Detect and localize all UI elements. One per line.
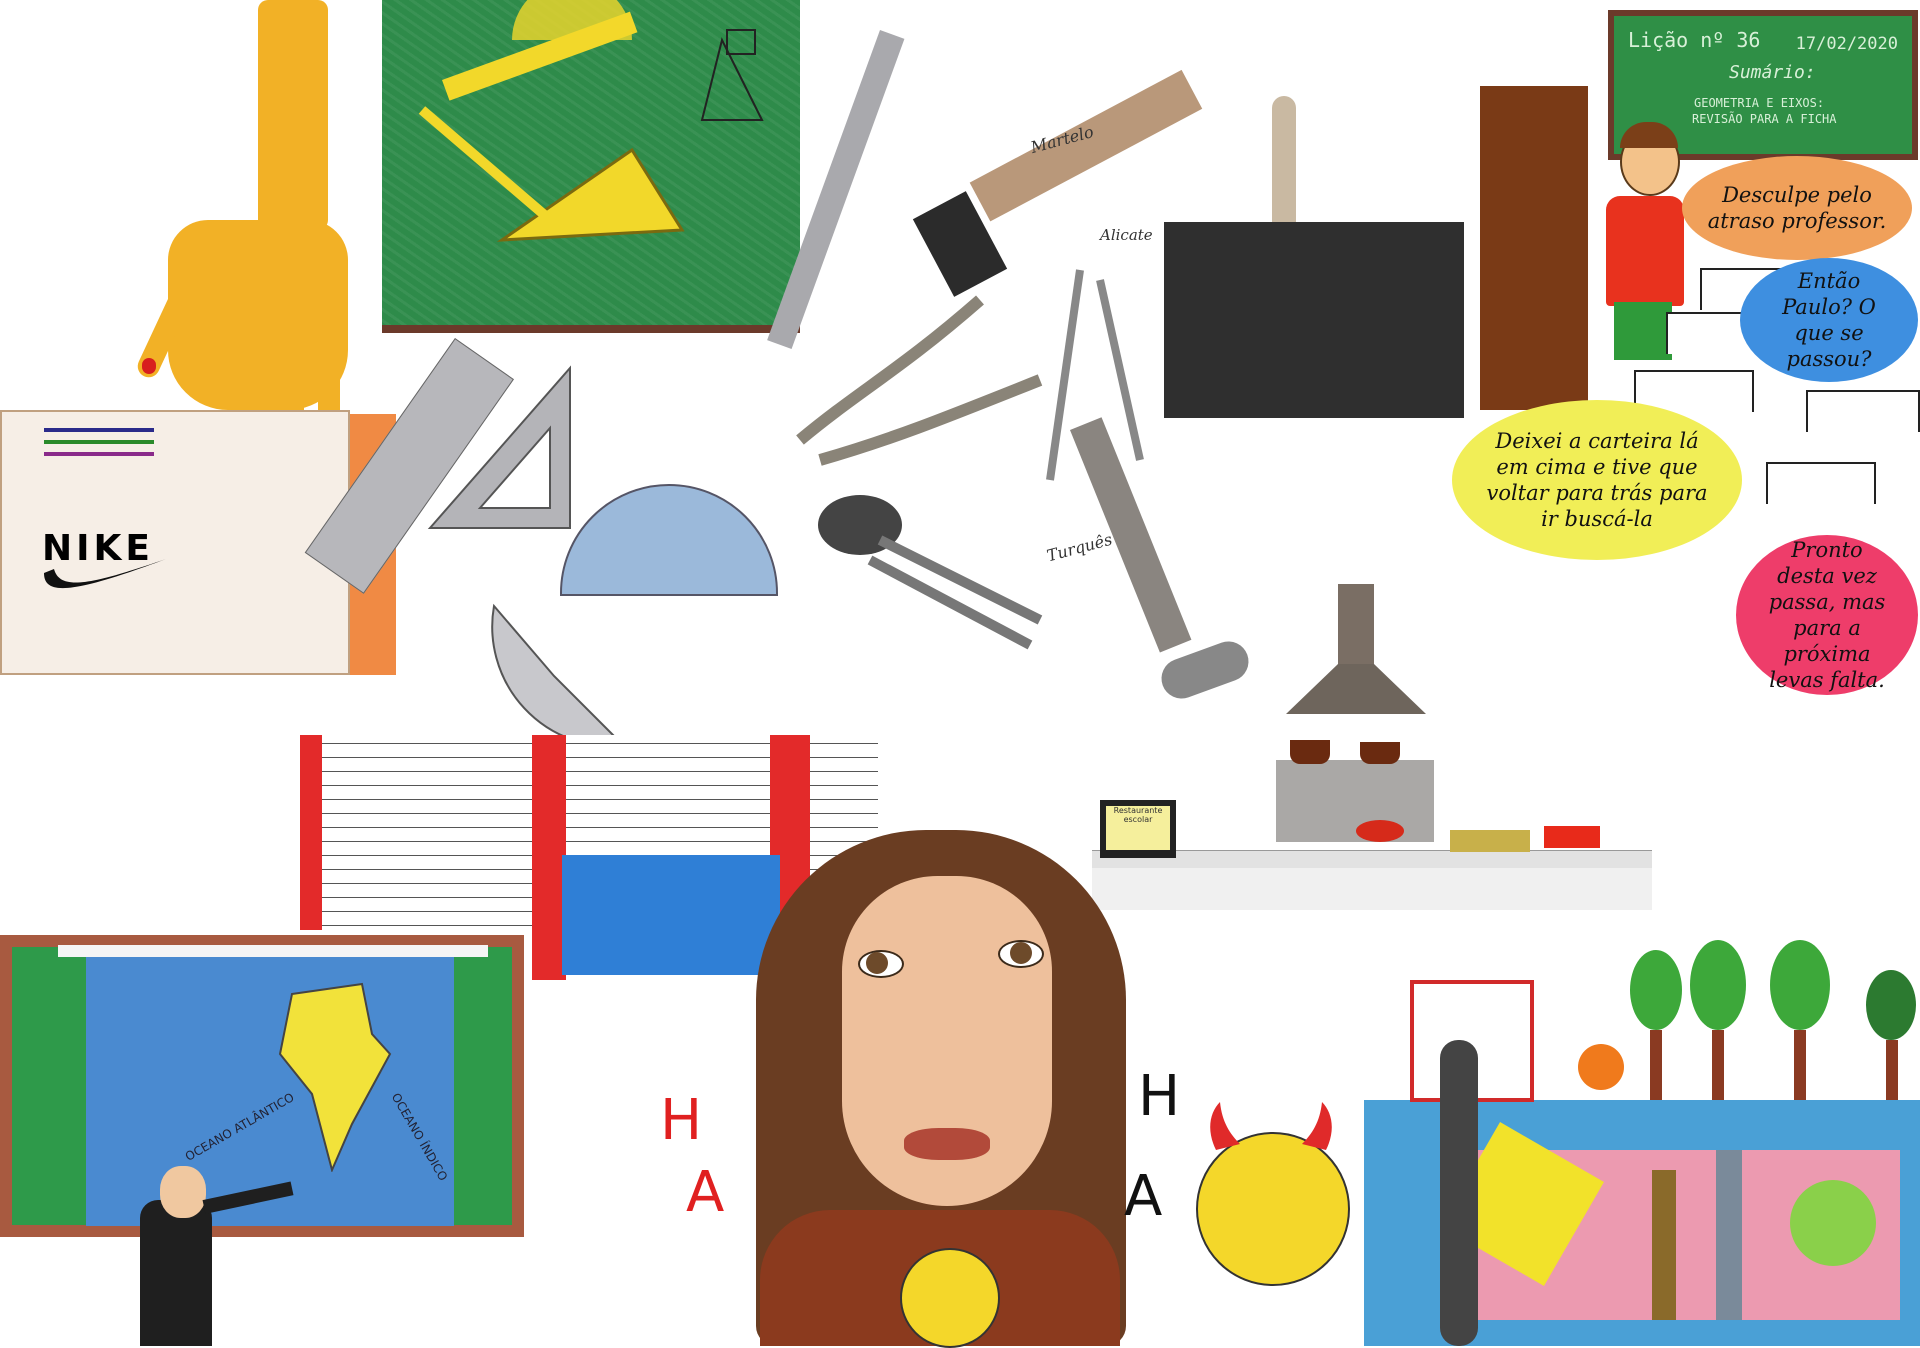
extractor-hood (1286, 584, 1426, 714)
window-view (562, 855, 780, 975)
desk (1766, 462, 1876, 504)
teacher (140, 1200, 212, 1346)
speech-bubble-teacher-1: Então Paulo? O que se passou? (1740, 258, 1918, 382)
tree-trunk (1886, 1040, 1898, 1100)
laugh-left-h: H (660, 1088, 703, 1153)
pencil (44, 452, 154, 456)
tree (1630, 950, 1682, 1030)
speech-bubble-student-1: Desculpe pelo atraso professor. (1682, 156, 1912, 260)
classroom-door (1480, 86, 1588, 410)
chalkboard-frame (382, 325, 800, 333)
arm (258, 0, 328, 230)
devil-horns-icon (1210, 1102, 1332, 1150)
geometry-chalkboard (382, 0, 800, 333)
tree (1866, 970, 1916, 1040)
girl-iris-left (866, 952, 888, 974)
pencil (44, 440, 154, 444)
tree-trunk (1650, 1030, 1662, 1100)
boy-legs (1614, 302, 1672, 360)
chalkboard-drawings (418, 0, 764, 242)
hammer-handle (969, 69, 1203, 222)
tree-trunk (1712, 1030, 1724, 1100)
stove (1276, 760, 1434, 842)
girl-iris-right (1010, 942, 1032, 964)
lesson-topic-line1: GEOMETRIA E EIXOS: (1694, 96, 1825, 110)
teacher-head (160, 1166, 206, 1218)
boy (1606, 196, 1684, 306)
lesson-topic-line2: REVISÃO PARA A FICHA (1692, 112, 1837, 126)
curtain-middle (532, 735, 566, 980)
lesson-number: Lição nº 36 (1628, 28, 1761, 52)
laugh-left-a: A (686, 1160, 725, 1225)
africa-map (278, 982, 392, 1172)
summary-label: Sumário: (1729, 62, 1816, 83)
pot (1360, 742, 1400, 764)
tree (1690, 940, 1746, 1030)
desk (1806, 390, 1920, 432)
speech-bubble-teacher-2: Pronto desta vez passa, mas para a próxi… (1736, 535, 1918, 695)
map-roller (58, 945, 488, 957)
protractor (560, 484, 778, 596)
court-center-circle (1790, 1180, 1876, 1266)
basketball-icon (1578, 1044, 1624, 1090)
curtain-left (300, 735, 322, 930)
food-tray (1450, 830, 1530, 852)
fruit-bowl (1356, 820, 1404, 842)
player (1652, 1170, 1676, 1320)
basketball-pole (1440, 1040, 1478, 1346)
menu-screen-text: Restaurante escolar (1106, 806, 1170, 850)
sink (1164, 222, 1464, 418)
fingernail (142, 358, 156, 374)
swoosh-icon (44, 559, 166, 589)
counter-front (1092, 868, 1652, 910)
speech-bubble-student-2: Deixei a carteira lá em cima e tive que … (1452, 400, 1742, 560)
girl-mouth (904, 1128, 990, 1160)
laughing-emoji-icon (900, 1248, 1000, 1348)
tree-trunk (1794, 1030, 1806, 1100)
laugh-right-h: H (1138, 1064, 1181, 1129)
lesson-date: 17/02/2020 (1795, 34, 1898, 54)
food-tray (1544, 826, 1600, 848)
tree (1770, 940, 1830, 1030)
player (1716, 1150, 1742, 1320)
pencil (44, 428, 154, 432)
kitchen-counter (1092, 850, 1652, 870)
pot (1290, 740, 1330, 764)
laugh-right-a: A (1124, 1164, 1163, 1229)
